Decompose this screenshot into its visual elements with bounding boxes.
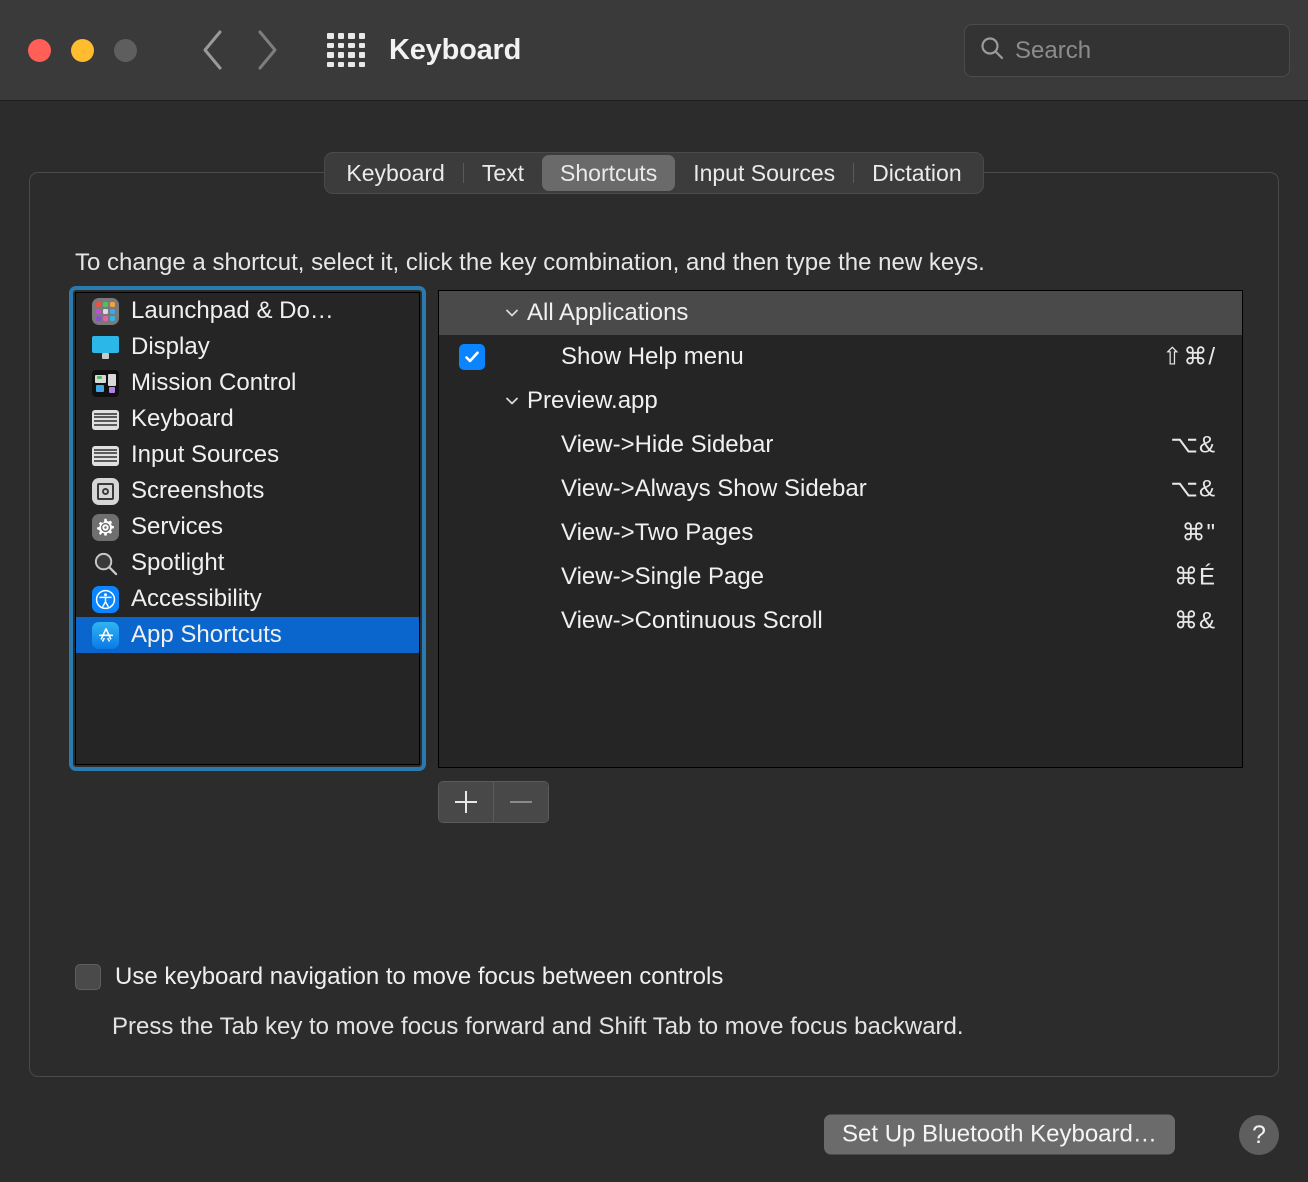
search-input[interactable] <box>1015 36 1275 65</box>
shortcut-label: View->Hide Sidebar <box>561 431 774 458</box>
set-up-bluetooth-keyboard-button[interactable]: Set Up Bluetooth Keyboard… <box>824 1114 1175 1155</box>
shortcut-label: Show Help menu <box>561 343 744 370</box>
add-shortcut-button[interactable] <box>439 782 493 822</box>
sidebar-item-label: Accessibility <box>131 585 262 612</box>
close-button[interactable] <box>28 38 51 62</box>
category-list[interactable]: Launchpad & Do… Display Mission Control <box>75 292 420 765</box>
sidebar-item-accessibility[interactable]: Accessibility <box>76 581 419 617</box>
shortcut-checkbox[interactable] <box>459 344 485 370</box>
sidebar-item-mission-control[interactable]: Mission Control <box>76 365 419 401</box>
sidebar-item-display[interactable]: Display <box>76 329 419 365</box>
window-title: Keyboard <box>389 33 522 66</box>
spotlight-icon <box>92 550 119 577</box>
accessibility-icon <box>92 585 119 613</box>
sidebar-item-label: Display <box>131 333 210 360</box>
launchpad-icon <box>92 297 119 325</box>
sidebar-item-screenshots[interactable]: Screenshots <box>76 473 419 509</box>
sidebar-item-label: Screenshots <box>131 477 265 504</box>
tab-text[interactable]: Text <box>464 155 542 191</box>
tab-bar: Keyboard Text Shortcuts Input Sources Di… <box>324 152 984 194</box>
display-icon <box>92 334 119 361</box>
sidebar-item-label: Input Sources <box>131 441 280 468</box>
shortcut-row-always-show-sidebar[interactable]: View->Always Show Sidebar ⌥& <box>439 467 1242 511</box>
sidebar-item-label: Services <box>131 513 224 540</box>
group-label: All Applications <box>527 299 689 326</box>
shortcut-keys[interactable]: ⌥& <box>1170 475 1216 504</box>
shortcut-keys[interactable]: ⌥& <box>1170 431 1216 460</box>
shortcut-row-continuous-scroll[interactable]: View->Continuous Scroll ⌘& <box>439 599 1242 643</box>
input-sources-icon <box>92 442 119 469</box>
keyboard-icon <box>92 406 119 433</box>
sidebar-item-spotlight[interactable]: Spotlight <box>76 545 419 581</box>
plus-icon <box>455 791 477 813</box>
group-label: Preview.app <box>527 387 658 414</box>
zoom-button[interactable] <box>114 38 137 62</box>
tab-bar-container: Keyboard Text Shortcuts Input Sources Di… <box>0 152 1308 194</box>
list-controls <box>438 781 549 823</box>
minimize-button[interactable] <box>71 38 94 62</box>
shortcut-keys[interactable]: ⌘É <box>1174 563 1216 592</box>
sidebar-item-launchpad-and-dock[interactable]: Launchpad & Do… <box>76 293 419 329</box>
shortcuts-panel: To change a shortcut, select it, click t… <box>29 172 1279 1077</box>
search-icon <box>979 35 1005 66</box>
shortcut-label: View->Continuous Scroll <box>561 607 823 634</box>
instructions-text: To change a shortcut, select it, click t… <box>75 249 985 276</box>
show-all-grid-icon[interactable] <box>325 29 367 71</box>
shortcut-label: View->Always Show Sidebar <box>561 475 867 502</box>
shortcut-row-single-page[interactable]: View->Single Page ⌘É <box>439 555 1242 599</box>
sidebar-item-label: Spotlight <box>131 549 225 576</box>
sidebar-item-input-sources[interactable]: Input Sources <box>76 437 419 473</box>
minus-icon <box>510 791 532 813</box>
shortcut-group-all-applications[interactable]: All Applications <box>439 291 1242 335</box>
help-button[interactable]: ? <box>1239 1115 1279 1155</box>
sidebar-item-label: Launchpad & Do… <box>131 297 334 324</box>
sidebar-item-label: App Shortcuts <box>131 621 282 648</box>
chevron-right-icon[interactable] <box>249 30 285 70</box>
tab-input-sources[interactable]: Input Sources <box>675 155 853 191</box>
chevron-down-icon[interactable] <box>503 304 521 322</box>
tab-dictation[interactable]: Dictation <box>854 155 979 191</box>
search-field[interactable] <box>964 24 1290 77</box>
services-gear-icon <box>92 513 119 541</box>
tab-shortcuts[interactable]: Shortcuts <box>542 155 676 191</box>
sidebar-item-services[interactable]: Services <box>76 509 419 545</box>
sidebar-item-label: Keyboard <box>131 405 234 432</box>
title-bar: Keyboard <box>0 0 1308 101</box>
chevron-down-icon[interactable] <box>503 392 521 410</box>
shortcut-keys[interactable]: ⌘" <box>1181 519 1216 548</box>
remove-shortcut-button[interactable] <box>494 782 548 822</box>
screenshots-icon <box>92 477 119 505</box>
shortcut-label: View->Single Page <box>561 563 765 590</box>
shortcut-keys[interactable]: ⇧⌘/ <box>1162 343 1216 372</box>
shortcut-row-hide-sidebar[interactable]: View->Hide Sidebar ⌥& <box>439 423 1242 467</box>
shortcut-row-two-pages[interactable]: View->Two Pages ⌘" <box>439 511 1242 555</box>
navigation-buttons <box>195 30 285 70</box>
chevron-left-icon[interactable] <box>195 30 231 70</box>
tab-keyboard[interactable]: Keyboard <box>328 155 462 191</box>
keyboard-navigation-checkbox[interactable] <box>75 964 101 990</box>
shortcut-list[interactable]: All Applications Show Help menu ⇧⌘/ Prev… <box>438 290 1243 768</box>
sidebar-item-keyboard[interactable]: Keyboard <box>76 401 419 437</box>
shortcut-label: View->Two Pages <box>561 519 754 546</box>
sidebar-item-label: Mission Control <box>131 369 297 396</box>
keyboard-navigation-hint: Press the Tab key to move focus forward … <box>112 1013 964 1040</box>
sidebar-item-app-shortcuts[interactable]: App Shortcuts <box>76 617 419 653</box>
shortcut-keys[interactable]: ⌘& <box>1174 607 1216 636</box>
app-store-icon <box>92 621 119 649</box>
shortcut-row-show-help-menu[interactable]: Show Help menu ⇧⌘/ <box>439 335 1242 379</box>
keyboard-navigation-label: Use keyboard navigation to move focus be… <box>115 963 724 990</box>
mission-control-icon <box>92 369 119 397</box>
shortcut-group-preview-app[interactable]: Preview.app <box>439 379 1242 423</box>
keyboard-navigation-option[interactable]: Use keyboard navigation to move focus be… <box>75 963 723 991</box>
category-list-focus-ring: Launchpad & Do… Display Mission Control <box>69 286 426 771</box>
traffic-lights <box>28 38 137 62</box>
